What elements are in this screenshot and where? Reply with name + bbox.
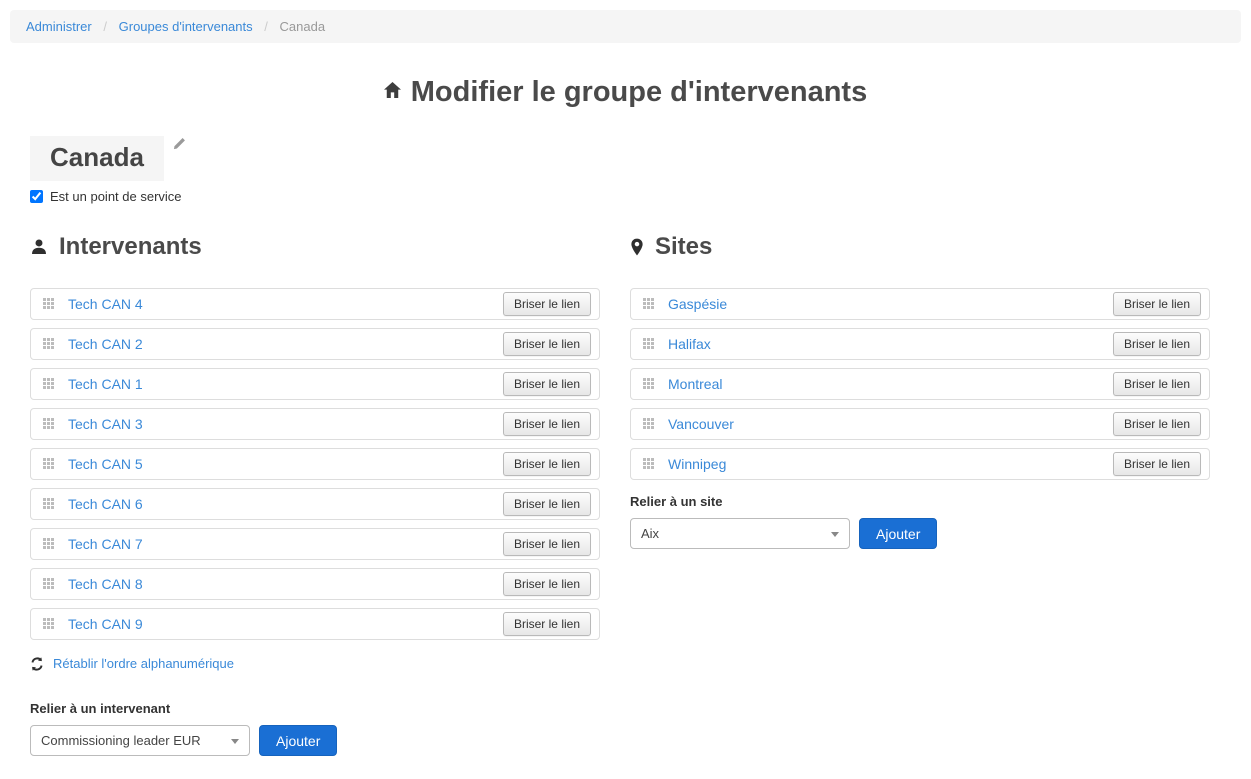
drag-handle-icon[interactable] — [643, 458, 655, 470]
reorder-link-label: Rétablir l'ordre alphanumérique — [53, 656, 234, 671]
site-link[interactable]: Vancouver — [668, 416, 734, 432]
sites-section: Sites Gaspésie Briser le lien Halifax Br… — [630, 232, 1210, 549]
map-pin-icon — [630, 238, 644, 256]
site-row: Vancouver Briser le lien — [630, 408, 1210, 440]
intervenant-link[interactable]: Tech CAN 7 — [68, 536, 143, 552]
drag-handle-icon[interactable] — [43, 338, 55, 350]
drag-handle-icon[interactable] — [643, 298, 655, 310]
intervenant-row: Tech CAN 1 Briser le lien — [30, 368, 600, 400]
person-icon — [30, 238, 48, 256]
drag-handle-icon[interactable] — [43, 618, 55, 630]
break-link-button[interactable]: Briser le lien — [503, 372, 591, 396]
service-point-checkbox[interactable] — [30, 190, 43, 203]
site-link[interactable]: Winnipeg — [668, 456, 726, 472]
drag-handle-icon[interactable] — [43, 578, 55, 590]
intervenant-row: Tech CAN 5 Briser le lien — [30, 448, 600, 480]
site-row: Montreal Briser le lien — [630, 368, 1210, 400]
breadcrumb-current: Canada — [280, 19, 326, 34]
break-link-button[interactable]: Briser le lien — [1113, 292, 1201, 316]
site-link[interactable]: Halifax — [668, 336, 711, 352]
home-icon — [384, 70, 401, 110]
intervenant-row: Tech CAN 7 Briser le lien — [30, 528, 600, 560]
intervenant-link[interactable]: Tech CAN 2 — [68, 336, 143, 352]
break-link-button[interactable]: Briser le lien — [503, 452, 591, 476]
intervenant-row: Tech CAN 9 Briser le lien — [30, 608, 600, 640]
add-site-block: Relier à un site Aix Ajouter — [630, 494, 1210, 549]
sites-heading-text: Sites — [655, 233, 712, 261]
group-name: Canada — [30, 136, 164, 181]
intervenant-link[interactable]: Tech CAN 6 — [68, 496, 143, 512]
page-title: Modifier le groupe d'intervenants — [0, 70, 1251, 112]
break-link-button[interactable]: Briser le lien — [1113, 332, 1201, 356]
reorder-link[interactable]: Rétablir l'ordre alphanumérique — [30, 656, 600, 671]
breadcrumb-separator: / — [103, 19, 107, 34]
add-intervenant-block: Relier à un intervenant Commissioning le… — [30, 701, 600, 756]
intervenants-heading-text: Intervenants — [59, 233, 202, 261]
site-row: Gaspésie Briser le lien — [630, 288, 1210, 320]
intervenant-row: Tech CAN 3 Briser le lien — [30, 408, 600, 440]
drag-handle-icon[interactable] — [643, 338, 655, 350]
break-link-button[interactable]: Briser le lien — [503, 492, 591, 516]
add-site-label: Relier à un site — [630, 494, 1210, 509]
page-title-text: Modifier le groupe d'intervenants — [411, 76, 867, 108]
intervenant-select-value: Commissioning leader EUR — [41, 733, 201, 748]
page: Administrer / Groupes d'intervenants / C… — [0, 0, 1251, 779]
service-point-label: Est un point de service — [50, 189, 182, 204]
add-intervenant-label: Relier à un intervenant — [30, 701, 600, 716]
intervenant-link[interactable]: Tech CAN 4 — [68, 296, 143, 312]
break-link-button[interactable]: Briser le lien — [1113, 372, 1201, 396]
breadcrumb-separator: / — [264, 19, 268, 34]
intervenant-link[interactable]: Tech CAN 5 — [68, 456, 143, 472]
break-link-button[interactable]: Briser le lien — [503, 532, 591, 556]
break-link-button[interactable]: Briser le lien — [503, 292, 591, 316]
refresh-icon — [30, 657, 44, 671]
intervenant-row: Tech CAN 6 Briser le lien — [30, 488, 600, 520]
intervenants-heading: Intervenants — [30, 232, 600, 262]
break-link-button[interactable]: Briser le lien — [503, 412, 591, 436]
add-site-button[interactable]: Ajouter — [859, 518, 937, 549]
site-select[interactable]: Aix — [630, 518, 850, 549]
break-link-button[interactable]: Briser le lien — [503, 572, 591, 596]
chevron-down-icon — [831, 532, 839, 537]
site-link[interactable]: Montreal — [668, 376, 722, 392]
intervenants-section: Intervenants Tech CAN 4 Briser le lien T… — [30, 232, 600, 756]
intervenant-select[interactable]: Commissioning leader EUR — [30, 725, 250, 756]
break-link-button[interactable]: Briser le lien — [503, 332, 591, 356]
breadcrumb-link-groupes[interactable]: Groupes d'intervenants — [119, 19, 253, 34]
site-select-value: Aix — [641, 526, 659, 541]
drag-handle-icon[interactable] — [43, 458, 55, 470]
intervenant-row: Tech CAN 8 Briser le lien — [30, 568, 600, 600]
drag-handle-icon[interactable] — [43, 298, 55, 310]
drag-handle-icon[interactable] — [43, 538, 55, 550]
drag-handle-icon[interactable] — [43, 418, 55, 430]
breadcrumb-link-administrer[interactable]: Administrer — [26, 19, 92, 34]
intervenant-row: Tech CAN 4 Briser le lien — [30, 288, 600, 320]
drag-handle-icon[interactable] — [43, 378, 55, 390]
drag-handle-icon[interactable] — [43, 498, 55, 510]
intervenant-link[interactable]: Tech CAN 1 — [68, 376, 143, 392]
drag-handle-icon[interactable] — [643, 418, 655, 430]
site-row: Halifax Briser le lien — [630, 328, 1210, 360]
breadcrumb: Administrer / Groupes d'intervenants / C… — [10, 10, 1241, 43]
sites-heading: Sites — [630, 232, 1210, 262]
site-link[interactable]: Gaspésie — [668, 296, 727, 312]
intervenant-link[interactable]: Tech CAN 9 — [68, 616, 143, 632]
add-intervenant-button[interactable]: Ajouter — [259, 725, 337, 756]
intervenant-link[interactable]: Tech CAN 3 — [68, 416, 143, 432]
break-link-button[interactable]: Briser le lien — [1113, 452, 1201, 476]
pencil-icon[interactable] — [172, 137, 186, 156]
break-link-button[interactable]: Briser le lien — [1113, 412, 1201, 436]
drag-handle-icon[interactable] — [643, 378, 655, 390]
intervenant-row: Tech CAN 2 Briser le lien — [30, 328, 600, 360]
site-row: Winnipeg Briser le lien — [630, 448, 1210, 480]
chevron-down-icon — [231, 739, 239, 744]
service-point-row: Est un point de service — [30, 189, 182, 204]
break-link-button[interactable]: Briser le lien — [503, 612, 591, 636]
intervenant-link[interactable]: Tech CAN 8 — [68, 576, 143, 592]
